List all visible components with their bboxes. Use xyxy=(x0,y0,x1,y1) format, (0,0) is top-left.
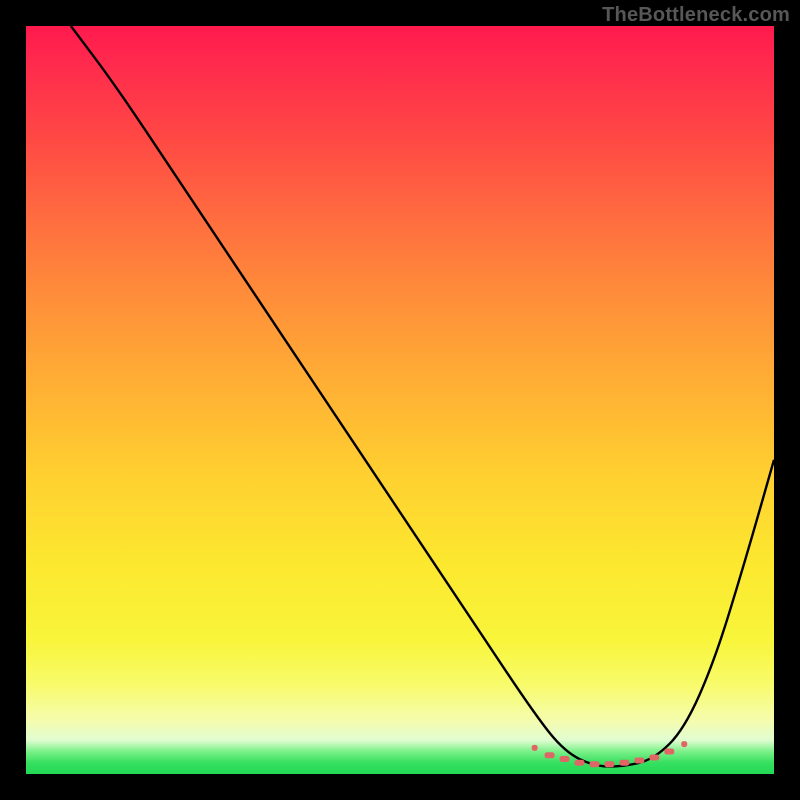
plot-area xyxy=(26,26,774,774)
watermark-text: TheBottleneck.com xyxy=(602,4,790,27)
chart-svg xyxy=(26,26,774,774)
bottleneck-curve xyxy=(71,26,774,767)
chart-container: TheBottleneck.com xyxy=(0,0,800,800)
optimal-range-marker xyxy=(532,741,688,767)
